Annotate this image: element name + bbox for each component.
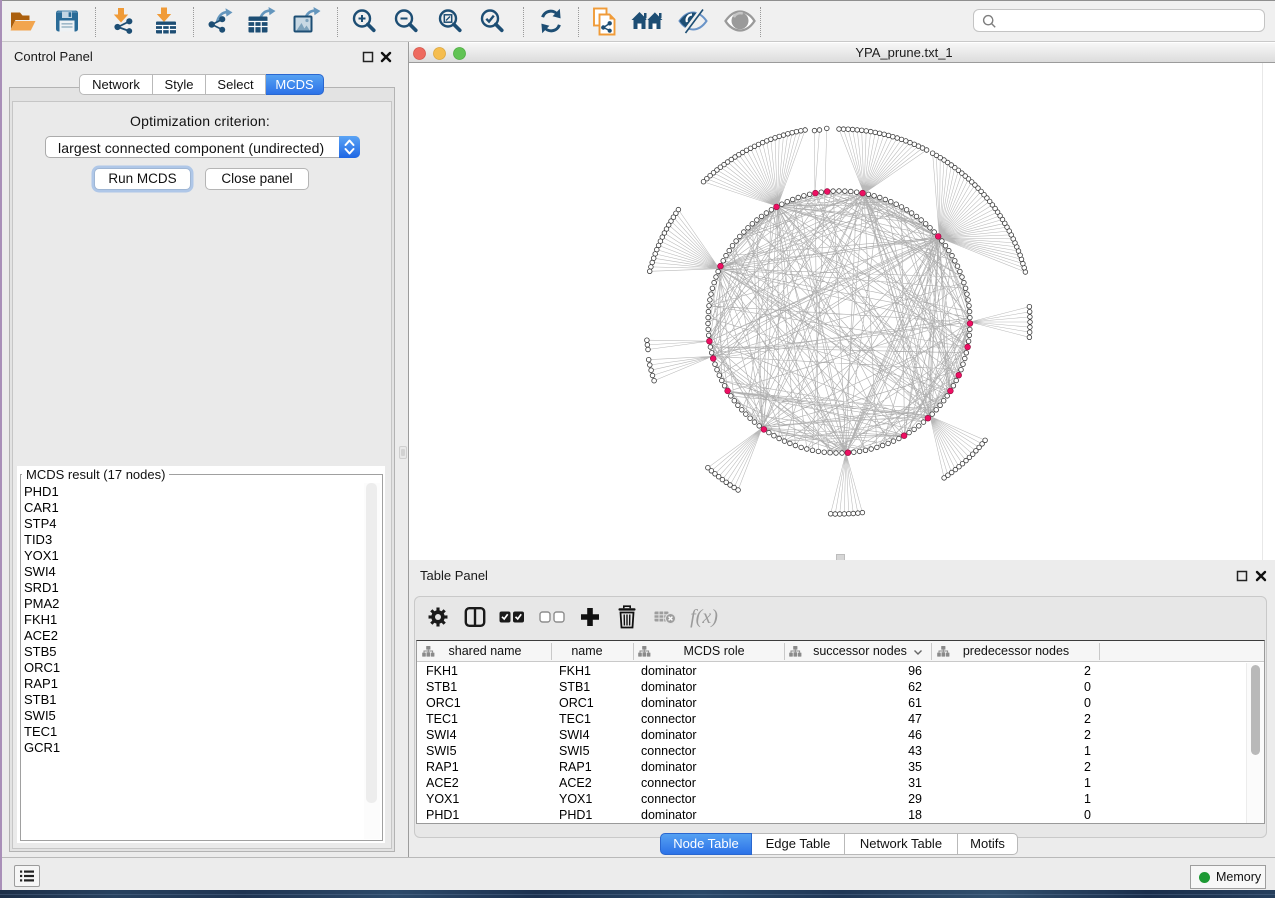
- svg-text:f(x): f(x): [690, 606, 718, 628]
